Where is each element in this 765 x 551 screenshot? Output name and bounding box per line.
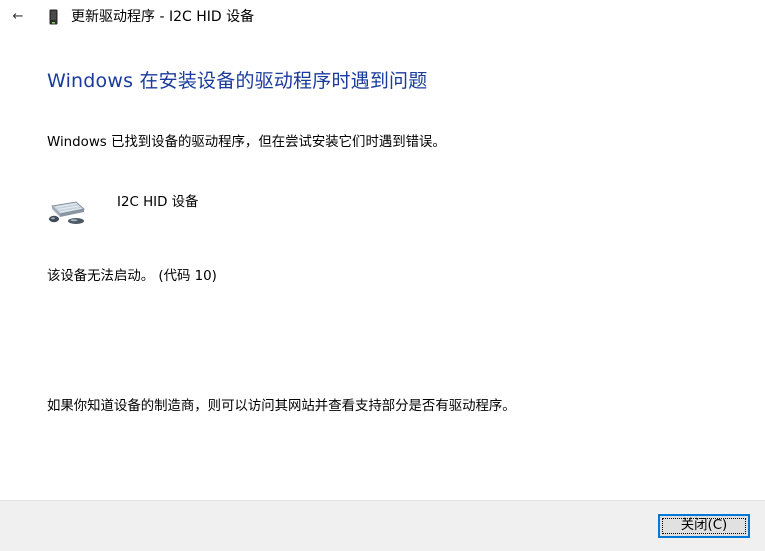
intro-text: Windows 已找到设备的驱动程序，但在尝试安装它们时遇到错误。	[47, 135, 446, 150]
close-button-label: 关闭(C)	[680, 518, 728, 533]
back-arrow-icon[interactable]: ←	[10, 9, 26, 25]
window-title: 更新驱动程序 - I2C HID 设备	[71, 9, 255, 25]
vendor-hint-text: 如果你知道设备的制造商，则可以访问其网站并查看支持部分是否有驱动程序。	[47, 399, 516, 414]
title-bar: ← 更新驱动程序 - I2C HID 设备	[0, 0, 765, 36]
device-icon	[49, 9, 58, 25]
hid-device-icon	[49, 201, 85, 224]
footer-bar: 关闭(C)	[0, 500, 765, 551]
close-button[interactable]: 关闭(C)	[658, 514, 750, 538]
page-title: Windows 在安装设备的驱动程序时遇到问题	[47, 70, 428, 92]
error-message: 该设备无法启动。 (代码 10)	[47, 269, 217, 284]
device-name: I2C HID 设备	[117, 195, 199, 210]
